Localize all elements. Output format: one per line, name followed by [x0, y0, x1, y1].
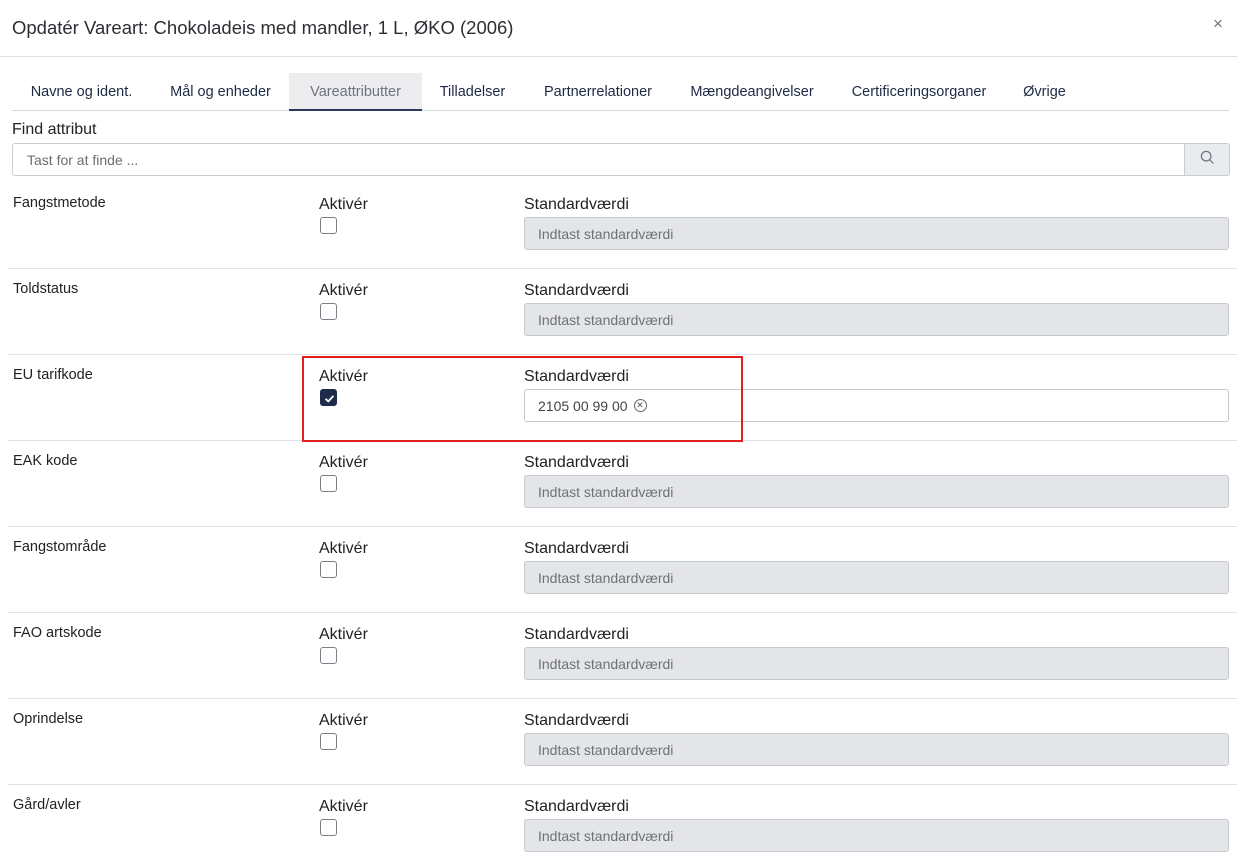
activate-checkbox[interactable]: [320, 819, 337, 836]
default-value-input[interactable]: [524, 475, 1229, 508]
attribute-row-fao-artskode: FAO artskode Aktivér Standardværdi: [8, 613, 1237, 699]
default-value-input[interactable]: [524, 217, 1229, 250]
find-attribute-label: Find attribut: [12, 121, 97, 138]
attribute-row-eak-kode: EAK kode Aktivér Standardværdi: [8, 441, 1237, 527]
default-value-input[interactable]: [524, 561, 1229, 594]
default-value-label: Standardværdi: [524, 368, 629, 385]
activate-checkbox[interactable]: [320, 561, 337, 578]
default-value-label: Standardværdi: [524, 626, 629, 643]
tab-navne-og-ident[interactable]: Navne og ident.: [12, 73, 151, 111]
activate-label: Aktivér: [319, 196, 368, 213]
search-input[interactable]: [12, 143, 1185, 176]
tab-partnerrelationer[interactable]: Partnerrelationer: [523, 73, 673, 111]
default-value-label: Standardværdi: [524, 798, 629, 815]
value-tag-text: 2105 00 99 00: [538, 397, 628, 414]
attribute-name: EU tarifkode: [13, 367, 93, 383]
default-value-input[interactable]: [524, 733, 1229, 766]
default-value-label: Standardværdi: [524, 282, 629, 299]
tab-maengdeangivelser[interactable]: Mængdeangivelser: [673, 73, 831, 111]
default-value-input[interactable]: [524, 647, 1229, 680]
attribute-list: Fangstmetode Aktivér Standardværdi Tolds…: [8, 183, 1237, 859]
activate-checkbox[interactable]: [320, 217, 337, 234]
activate-checkbox[interactable]: [320, 475, 337, 492]
tab-oevrige[interactable]: Øvrige: [1007, 73, 1082, 111]
attribute-name: Fangstområde: [13, 539, 107, 555]
attribute-row-gaard-avler: Gård/avler Aktivér Standardværdi: [8, 785, 1237, 859]
activate-label: Aktivér: [319, 368, 368, 385]
default-value-label: Standardværdi: [524, 454, 629, 471]
attribute-name: EAK kode: [13, 453, 78, 469]
activate-label: Aktivér: [319, 454, 368, 471]
tab-maal-og-enheder[interactable]: Mål og enheder: [151, 73, 290, 111]
checkmark-icon: [324, 395, 335, 403]
search-icon: [1200, 150, 1215, 170]
tab-vareattributter[interactable]: Vareattributter: [289, 73, 422, 111]
attribute-name: Toldstatus: [13, 281, 79, 297]
attribute-row-toldstatus: Toldstatus Aktivér Standardværdi: [8, 269, 1237, 355]
attribute-row-oprindelse: Oprindelse Aktivér Standardværdi: [8, 699, 1237, 785]
default-value-label: Standardværdi: [524, 712, 629, 729]
search-button[interactable]: [1184, 143, 1230, 176]
modal-title: Opdatér Vareart: Chokoladeis med mandler…: [12, 17, 514, 38]
default-value-label: Standardværdi: [524, 540, 629, 557]
attribute-row-fangstomraade: Fangstområde Aktivér Standardværdi: [8, 527, 1237, 613]
default-value-input[interactable]: [524, 819, 1229, 852]
activate-checkbox[interactable]: [320, 303, 337, 320]
activate-checkbox[interactable]: [320, 389, 337, 406]
attribute-row-fangstmetode: Fangstmetode Aktivér Standardværdi: [8, 183, 1237, 269]
activate-label: Aktivér: [319, 282, 368, 299]
modal-header: Opdatér Vareart: Chokoladeis med mandler…: [0, 0, 1237, 57]
activate-label: Aktivér: [319, 798, 368, 815]
attribute-name: FAO artskode: [13, 625, 102, 641]
activate-checkbox[interactable]: [320, 733, 337, 750]
default-value-input[interactable]: 2105 00 99 00 ✕: [524, 389, 1229, 422]
value-tag: 2105 00 99 00 ✕: [538, 398, 647, 414]
tab-certificeringsorganer[interactable]: Certificeringsorganer: [831, 73, 1007, 111]
tab-bar: Navne og ident. Mål og enheder Vareattri…: [12, 73, 1229, 111]
activate-label: Aktivér: [319, 626, 368, 643]
activate-checkbox[interactable]: [320, 647, 337, 664]
default-value-input[interactable]: [524, 303, 1229, 336]
attribute-row-eu-tarifkode: EU tarifkode Aktivér Standardværdi 2105 …: [8, 355, 1237, 441]
attribute-name: Fangstmetode: [13, 195, 106, 211]
close-button[interactable]: ×: [1210, 14, 1226, 34]
default-value-label: Standardværdi: [524, 196, 629, 213]
attribute-name: Gård/avler: [13, 797, 81, 813]
activate-label: Aktivér: [319, 540, 368, 557]
attribute-name: Oprindelse: [13, 711, 84, 727]
remove-tag-icon[interactable]: ✕: [633, 399, 647, 412]
activate-label: Aktivér: [319, 712, 368, 729]
tab-tilladelser[interactable]: Tilladelser: [422, 73, 523, 111]
